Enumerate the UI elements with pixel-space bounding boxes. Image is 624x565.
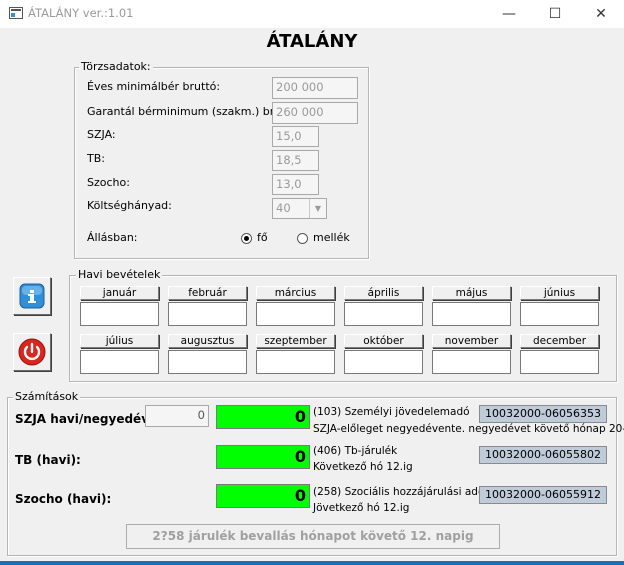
radio-mellek-label: mellék	[313, 231, 350, 244]
radio-fo[interactable]	[241, 233, 252, 244]
radio-fo-label: fő	[257, 231, 268, 244]
szja-field[interactable]: 15,0	[272, 126, 319, 147]
month-input-marcius[interactable]	[256, 302, 335, 326]
month-input-majus[interactable]	[432, 302, 511, 326]
szocho-code: (258) Szociális hozzájárulási adó	[313, 486, 485, 498]
month-button-oktober[interactable]: október	[344, 334, 423, 348]
month-input-november[interactable]	[432, 350, 511, 374]
szja-havi-label: SZJA havi/negyedévi:	[15, 412, 158, 426]
month-button-januar[interactable]: január	[80, 286, 159, 300]
close-icon: ✕	[595, 6, 607, 22]
app-icon	[9, 7, 23, 19]
month-input-oktober[interactable]	[344, 350, 423, 374]
allasban-label: Állásban:	[87, 231, 138, 244]
bottom-border	[0, 561, 624, 565]
tb-account: 10032000-06055802	[479, 446, 607, 464]
close-button[interactable]: ✕	[578, 0, 624, 28]
month-button-szeptember[interactable]: szeptember	[256, 334, 335, 348]
month-button-augusztus[interactable]: augusztus	[168, 334, 247, 348]
power-icon	[18, 338, 46, 366]
havi-bevetelek-legend: Havi bevételek	[76, 268, 163, 281]
info-icon	[19, 283, 45, 309]
month-button-majus[interactable]: május	[432, 286, 511, 300]
koltseghanyad-select[interactable]: 40 ▼	[272, 198, 327, 219]
szja-small-value: 0	[145, 405, 209, 427]
torzsadatok-legend: Törzsadatok:	[79, 60, 153, 73]
month-button-julius[interactable]: július	[80, 334, 159, 348]
szamitasok-legend: Számítások	[13, 390, 81, 403]
tb-havi-label: TB (havi):	[15, 453, 81, 467]
maximize-button[interactable]: ☐	[532, 0, 578, 28]
szocho-result: 0	[216, 484, 310, 508]
szja-note: SZJA-előleget negyedévente. negyedévet k…	[313, 423, 624, 435]
szocho-note: Jövetkező hó 12.ig	[313, 502, 410, 514]
szja-label: SZJA:	[87, 128, 116, 141]
szocho-account: 10032000-06055912	[479, 486, 607, 504]
garantalt-berminimum-label: Garantál bérminimum (szakm.) bruttó:	[87, 105, 301, 118]
month-button-februar[interactable]: február	[168, 286, 247, 300]
maximize-icon: ☐	[548, 6, 562, 22]
month-input-augusztus[interactable]	[168, 350, 247, 374]
koltseghanyad-label: Költséghányad:	[87, 199, 172, 212]
eves-minimalber-field[interactable]: 200 000	[272, 77, 358, 99]
tb-field[interactable]: 18,5	[272, 150, 319, 171]
chevron-down-icon[interactable]: ▼	[309, 199, 326, 218]
month-button-november[interactable]: november	[432, 334, 511, 348]
month-input-szeptember[interactable]	[256, 350, 335, 374]
tb-note: Következő hó 12.ig	[313, 461, 413, 473]
szja-result: 0	[216, 405, 310, 429]
koltseghanyad-value: 40	[276, 201, 291, 215]
garantalt-berminimum-field[interactable]: 260 000	[272, 102, 358, 124]
month-button-junius[interactable]: június	[520, 286, 599, 300]
power-button[interactable]	[13, 333, 51, 371]
month-button-aprilis[interactable]: április	[344, 286, 423, 300]
szocho-label: Szocho:	[87, 176, 130, 189]
tb-code: (406) Tb-járulék	[313, 445, 398, 457]
minimize-icon: —	[502, 6, 516, 22]
szocho-havi-label: Szocho (havi):	[15, 492, 112, 506]
tb-result: 0	[216, 445, 310, 469]
eves-minimalber-label: Éves minimálbér bruttó:	[87, 80, 221, 93]
month-input-februar[interactable]	[168, 302, 247, 326]
month-input-junius[interactable]	[520, 302, 599, 326]
month-input-januar[interactable]	[80, 302, 159, 326]
minimize-button[interactable]: —	[486, 0, 532, 28]
szocho-field[interactable]: 13,0	[272, 174, 319, 195]
month-input-julius[interactable]	[80, 350, 159, 374]
radio-mellek[interactable]	[297, 233, 308, 244]
tb-label: TB:	[87, 152, 105, 165]
szja-code: (103) Személyi jövedelemadó	[313, 406, 470, 418]
month-button-marcius[interactable]: március	[256, 286, 335, 300]
szja-account: 10032000-06056353	[479, 405, 607, 423]
month-button-december[interactable]: december	[520, 334, 599, 348]
window-title: ÁTALÁNY ver.:1.01	[28, 6, 134, 20]
page-title: ÁTALÁNY	[266, 31, 358, 52]
month-input-december[interactable]	[520, 350, 599, 374]
info-button[interactable]	[13, 277, 51, 315]
month-input-aprilis[interactable]	[344, 302, 423, 326]
jarulek-bevallas-button[interactable]: 2?58 járulék bevallás hónapot követő 12.…	[126, 524, 500, 549]
